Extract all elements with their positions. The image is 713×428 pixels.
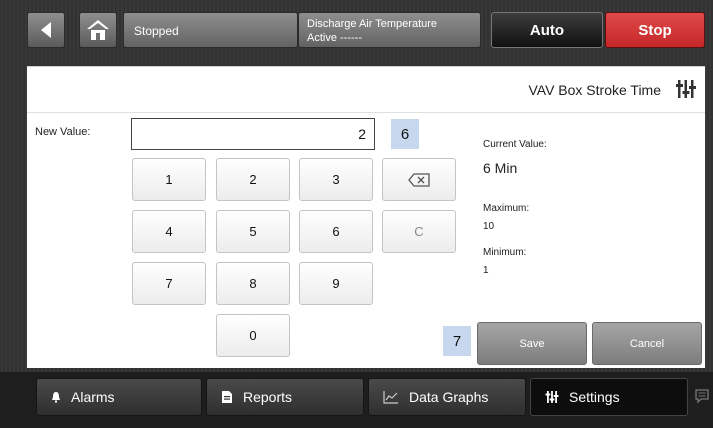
new-value-label: New Value: xyxy=(35,126,91,138)
key-0[interactable]: 0 xyxy=(216,314,290,357)
key-4[interactable]: 4 xyxy=(132,210,206,253)
tab-settings[interactable]: Settings xyxy=(530,378,688,416)
tab-alarms-label: Alarms xyxy=(71,389,115,405)
tab-data-graphs[interactable]: Data Graphs xyxy=(368,378,526,416)
point-info: Discharge Air Temperature Active ------ xyxy=(298,12,481,48)
minimum-value: 1 xyxy=(483,265,489,276)
new-value-input[interactable] xyxy=(131,118,375,150)
cancel-button[interactable]: Cancel xyxy=(592,322,702,365)
current-value-label: Current Value: xyxy=(483,139,547,150)
backspace-button[interactable] xyxy=(382,158,456,201)
auto-button[interactable]: Auto xyxy=(491,12,603,48)
annotation-marker-6: 6 xyxy=(391,119,419,149)
settings-icon xyxy=(545,391,559,403)
save-button[interactable]: Save xyxy=(477,322,587,365)
report-icon xyxy=(222,391,232,403)
key-1[interactable]: 1 xyxy=(132,158,206,201)
point-info-name: Discharge Air Temperature xyxy=(307,18,438,30)
home-icon xyxy=(87,20,109,40)
setting-edit-panel: VAV Box Stroke Time New Value: 6 1 2 3 4… xyxy=(27,66,705,368)
tab-reports[interactable]: Reports xyxy=(206,378,364,416)
key-3[interactable]: 3 xyxy=(299,158,373,201)
current-value: 6 Min xyxy=(483,160,518,176)
chart-icon xyxy=(383,391,398,404)
tab-alarms[interactable]: Alarms xyxy=(36,378,202,416)
backspace-icon xyxy=(408,172,430,187)
bell-icon xyxy=(52,392,60,403)
panel-header: VAV Box Stroke Time xyxy=(27,67,705,113)
key-6[interactable]: 6 xyxy=(299,210,373,253)
home-button[interactable] xyxy=(79,12,117,48)
key-2[interactable]: 2 xyxy=(216,158,290,201)
tab-settings-label: Settings xyxy=(569,389,620,405)
annotation-marker-7: 7 xyxy=(443,326,471,356)
key-7[interactable]: 7 xyxy=(132,262,206,305)
bottom-nav: Alarms Reports Data Graphs Settings xyxy=(0,372,713,428)
key-5[interactable]: 5 xyxy=(216,210,290,253)
settings-icon xyxy=(676,80,696,98)
top-bar: Stopped Discharge Air Temperature Active… xyxy=(0,0,713,66)
point-info-state: Active ------ xyxy=(307,32,362,44)
tab-reports-label: Reports xyxy=(243,389,293,405)
key-9[interactable]: 9 xyxy=(299,262,373,305)
stop-button[interactable]: Stop xyxy=(605,12,705,48)
tab-data-graphs-label: Data Graphs xyxy=(409,389,489,405)
clear-button[interactable]: C xyxy=(382,210,456,253)
run-status[interactable]: Stopped xyxy=(123,12,298,48)
maximum-label: Maximum: xyxy=(483,203,530,214)
chat-icon[interactable] xyxy=(694,388,710,404)
key-8[interactable]: 8 xyxy=(216,262,290,305)
minimum-label: Minimum: xyxy=(483,247,527,258)
back-arrow-icon xyxy=(41,22,51,38)
maximum-value: 10 xyxy=(483,221,495,232)
page-title: VAV Box Stroke Time xyxy=(528,82,661,98)
back-button[interactable] xyxy=(27,12,65,48)
